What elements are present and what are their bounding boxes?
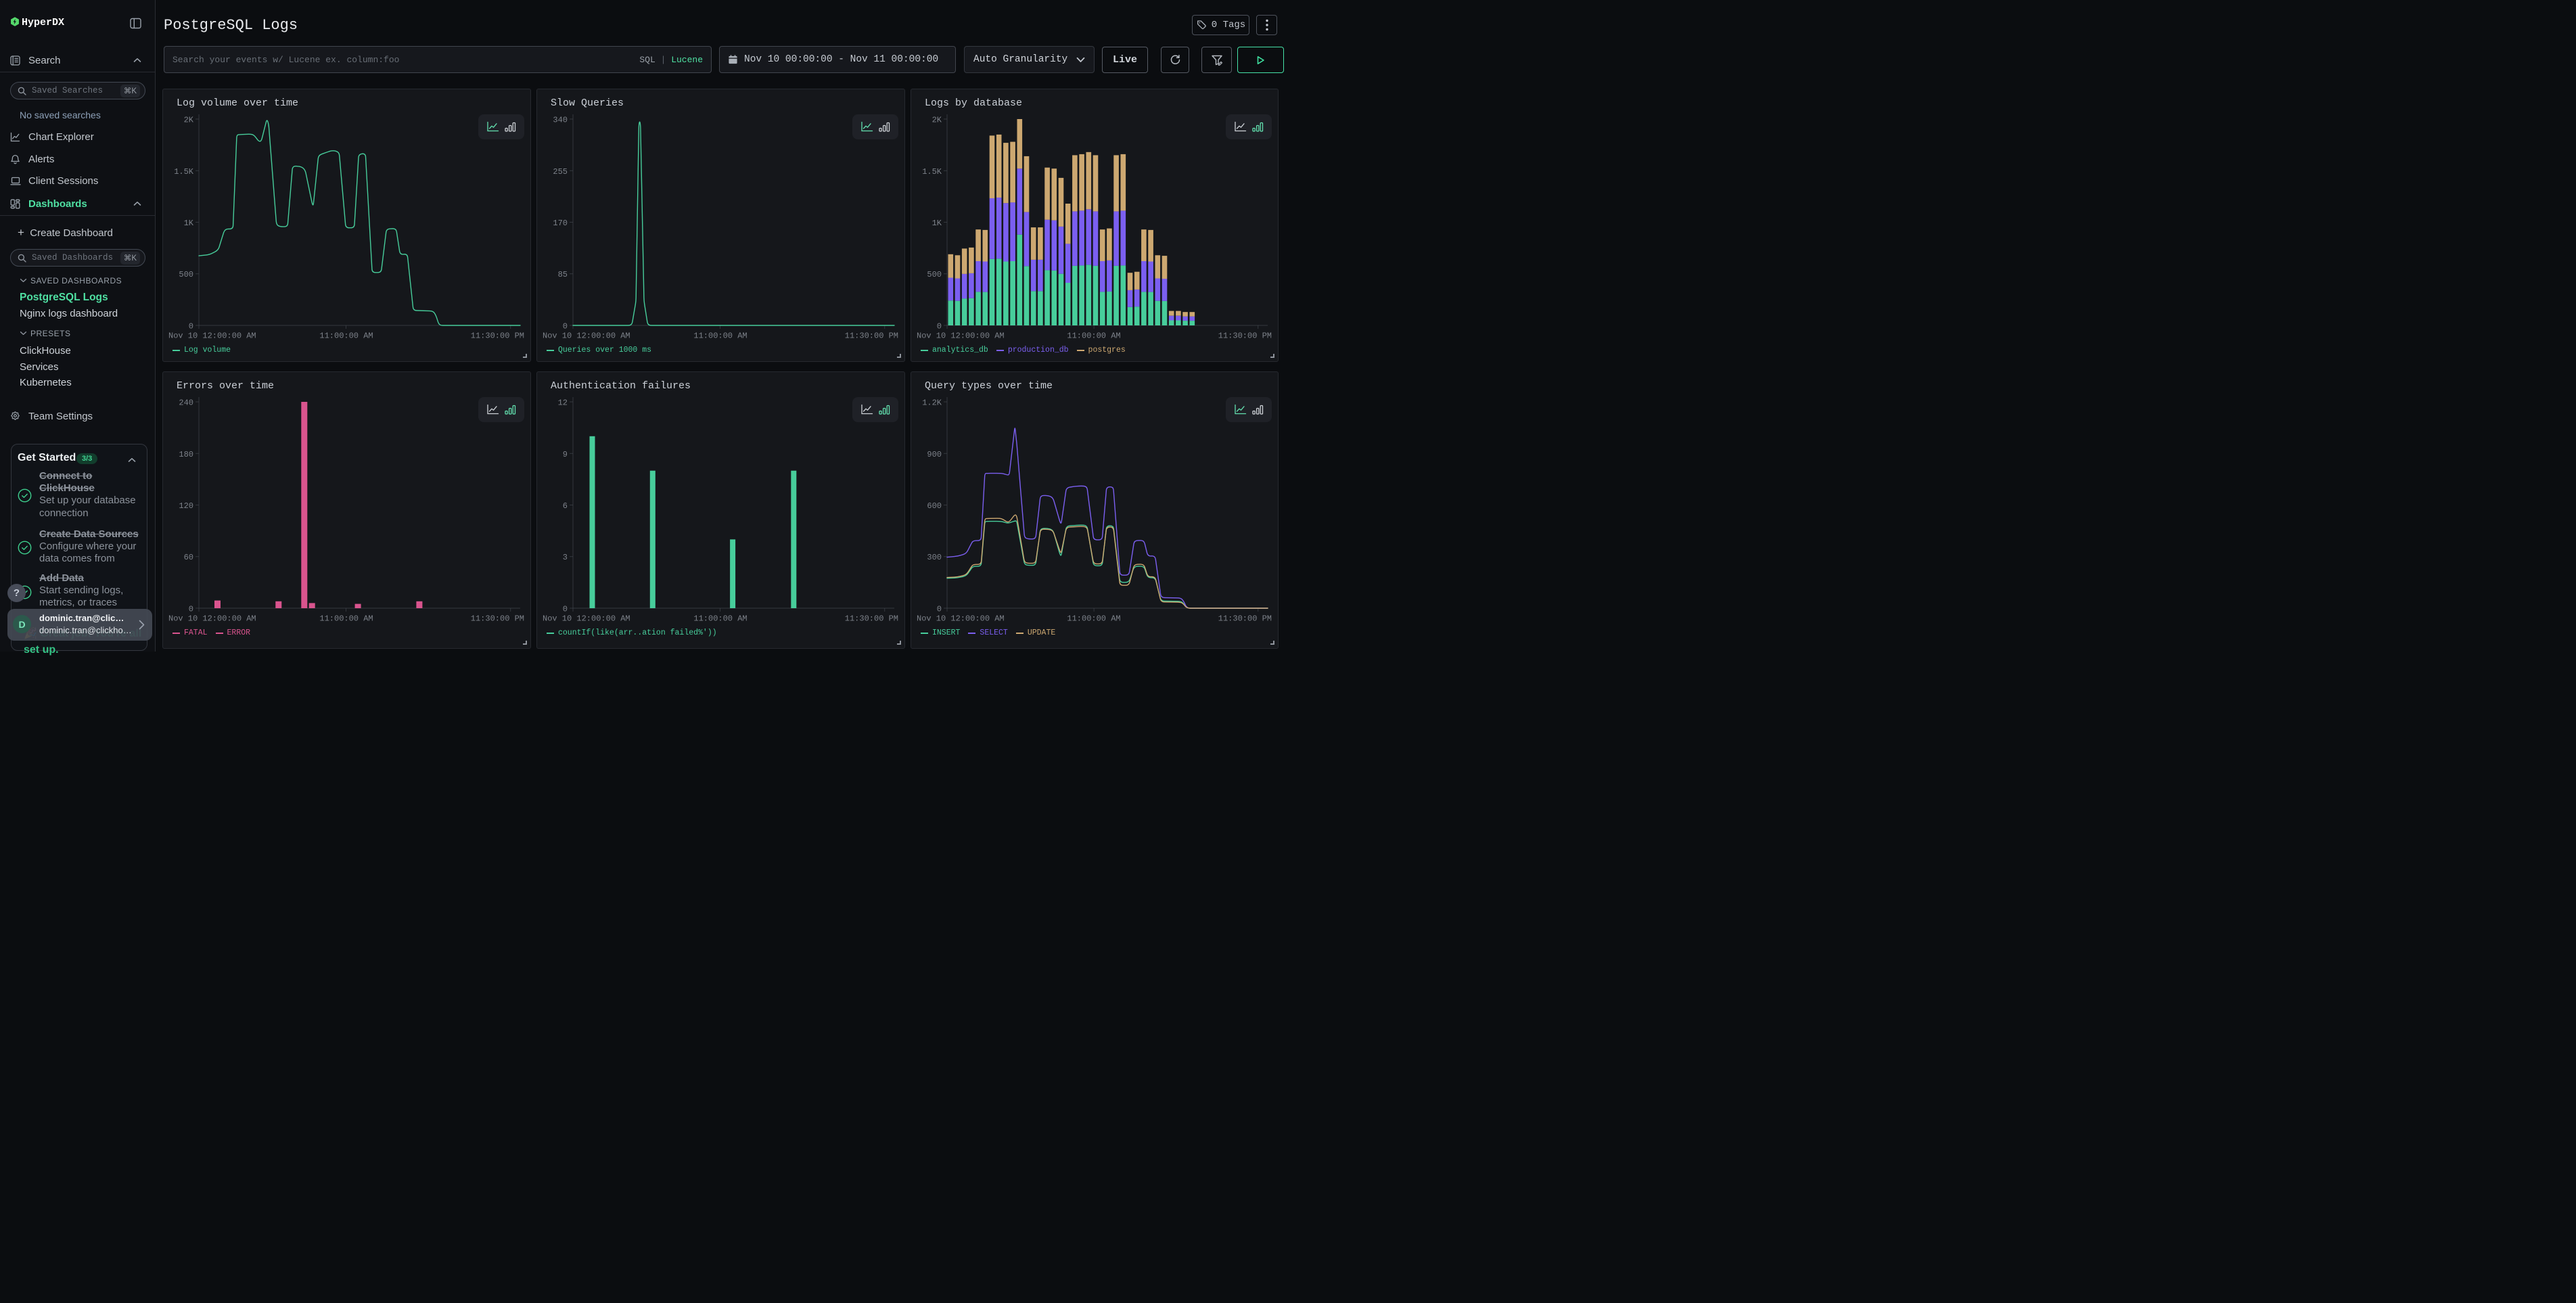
svg-text:11:00:00 AM: 11:00:00 AM [319, 332, 373, 341]
svg-text:11:30:00 PM: 11:30:00 PM [1218, 332, 1272, 341]
svg-text:2K: 2K [184, 116, 194, 125]
svg-text:0: 0 [189, 605, 193, 614]
svg-text:11:00:00 AM: 11:00:00 AM [693, 332, 747, 341]
svg-text:60: 60 [184, 553, 193, 562]
svg-text:11:00:00 AM: 11:00:00 AM [1067, 332, 1120, 341]
svg-text:340: 340 [553, 116, 568, 125]
svg-text:11:30:00 PM: 11:30:00 PM [845, 332, 898, 341]
svg-text:900: 900 [927, 450, 942, 459]
svg-text:180: 180 [179, 450, 193, 459]
svg-text:1K: 1K [932, 219, 942, 228]
svg-text:1.2K: 1.2K [922, 398, 942, 408]
svg-text:11:30:00 PM: 11:30:00 PM [471, 332, 524, 341]
svg-text:3: 3 [563, 553, 568, 562]
svg-text:11:30:00 PM: 11:30:00 PM [471, 614, 524, 624]
svg-text:600: 600 [927, 501, 942, 511]
svg-text:11:00:00 AM: 11:00:00 AM [693, 614, 747, 624]
svg-text:0: 0 [189, 322, 193, 332]
svg-text:120: 120 [179, 501, 193, 511]
svg-text:9: 9 [563, 450, 568, 459]
svg-text:Nov 10 12:00:00 AM: Nov 10 12:00:00 AM [917, 614, 1005, 624]
svg-text:11:30:00 PM: 11:30:00 PM [1218, 614, 1272, 624]
svg-text:Nov 10 12:00:00 AM: Nov 10 12:00:00 AM [543, 332, 630, 341]
svg-text:0: 0 [563, 605, 568, 614]
svg-text:1.5K: 1.5K [922, 167, 942, 177]
svg-text:11:00:00 AM: 11:00:00 AM [319, 614, 373, 624]
svg-text:Nov 10 12:00:00 AM: Nov 10 12:00:00 AM [917, 332, 1005, 341]
svg-text:Nov 10 12:00:00 AM: Nov 10 12:00:00 AM [168, 614, 256, 624]
svg-text:1.5K: 1.5K [174, 167, 194, 177]
svg-text:500: 500 [927, 270, 942, 279]
svg-text:170: 170 [553, 219, 568, 228]
svg-text:85: 85 [558, 270, 568, 279]
svg-text:11:30:00 PM: 11:30:00 PM [845, 614, 898, 624]
svg-text:6: 6 [563, 501, 568, 511]
svg-text:500: 500 [179, 270, 193, 279]
svg-text:255: 255 [553, 167, 568, 177]
svg-text:0: 0 [937, 322, 942, 332]
svg-text:12: 12 [558, 398, 568, 408]
svg-text:300: 300 [927, 553, 942, 562]
svg-text:Nov 10 12:00:00 AM: Nov 10 12:00:00 AM [543, 614, 630, 624]
svg-text:Nov 10 12:00:00 AM: Nov 10 12:00:00 AM [168, 332, 256, 341]
svg-text:0: 0 [937, 605, 942, 614]
svg-text:0: 0 [563, 322, 568, 332]
svg-text:1K: 1K [184, 219, 194, 228]
svg-text:240: 240 [179, 398, 193, 408]
svg-text:11:00:00 AM: 11:00:00 AM [1067, 614, 1120, 624]
svg-text:2K: 2K [932, 116, 942, 125]
